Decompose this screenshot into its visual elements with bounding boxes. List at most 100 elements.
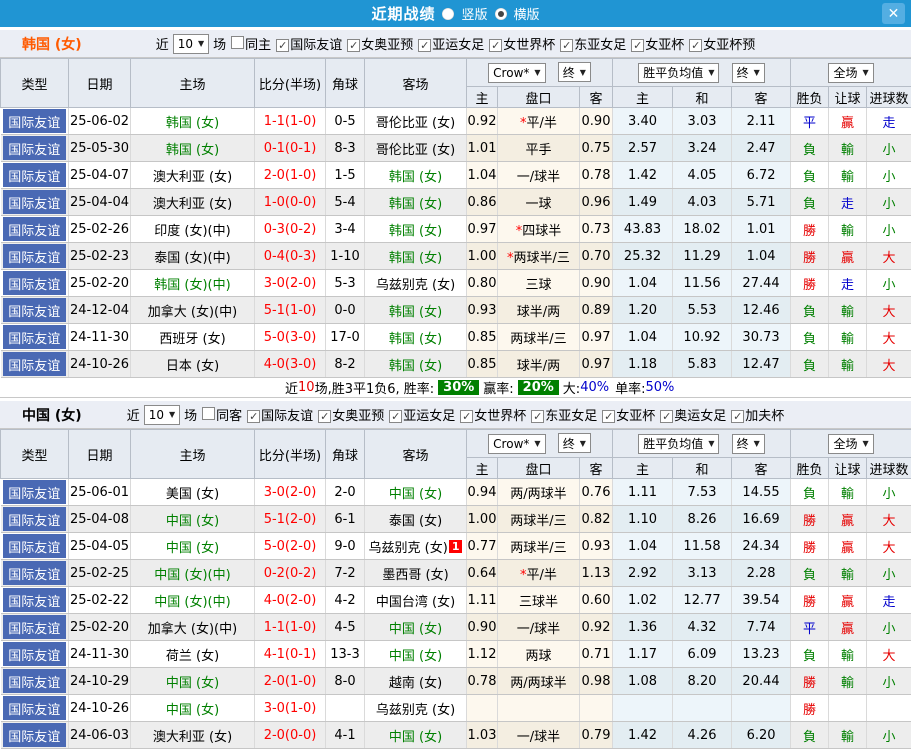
result-handicap: 輸 bbox=[828, 323, 868, 351]
score: 2-0(0-0) bbox=[254, 721, 326, 749]
result-handicap: 輸 bbox=[828, 134, 868, 162]
games-count-select[interactable]: 10 ▼ bbox=[172, 33, 210, 54]
odd-rate-value: 50% bbox=[645, 380, 675, 395]
fulltime-select[interactable]: 全场 ▼ bbox=[828, 62, 874, 83]
score: 0-1(0-1) bbox=[254, 134, 326, 162]
filter-controls: 近 10 ▼ 场 同客 ✓ 国际友谊 ✓ 女奥亚预 ✓ 亚运女足 ✓ 女世界杯 ✓ 东亚女足 ✓ 女亚杯… bbox=[126, 404, 784, 425]
filter-checkbox-label: 女世界杯 bbox=[503, 38, 556, 53]
mean-draw: 11.56 bbox=[672, 269, 733, 297]
panel-title: 近期战绩 bbox=[371, 5, 436, 23]
final-odds-select[interactable]: 终 ▼ bbox=[557, 62, 591, 83]
close-icon[interactable]: ✕ bbox=[882, 3, 905, 24]
final-odds-select[interactable]: 终 ▼ bbox=[557, 433, 591, 454]
sub-header-mean-draw: 和 bbox=[672, 457, 733, 479]
away-team: 中国 (女) bbox=[364, 640, 467, 668]
away-team-name: 哥伦比亚 (女) bbox=[375, 142, 456, 158]
col-header-home: 主场 bbox=[130, 429, 255, 479]
col-header-corner: 角球 bbox=[325, 429, 365, 479]
match-row: 国际友谊 25-02-23 泰国 (女)(中) 0-4(0-3) 1-10 韩国 (女) 1… bbox=[0, 242, 911, 270]
filter-checkbox[interactable] bbox=[231, 36, 245, 49]
games-count-select[interactable]: 10 ▼ bbox=[143, 404, 181, 425]
mean-select[interactable]: 胜平负均值 ▼ bbox=[638, 433, 720, 454]
bookmaker-select[interactable]: Crow* ▼ bbox=[488, 433, 546, 454]
filter-checkbox[interactable]: ✓ bbox=[631, 39, 645, 52]
col-header-score: 比分(半场) bbox=[254, 429, 326, 479]
filter-checkbox[interactable]: ✓ bbox=[389, 410, 403, 423]
mean-draw: 3.24 bbox=[672, 134, 733, 162]
result-goals: 大 bbox=[866, 296, 911, 324]
result-handicap: 走 bbox=[828, 269, 868, 297]
odds-home: 0.93 bbox=[466, 296, 498, 324]
filter-checkbox[interactable]: ✓ bbox=[731, 410, 745, 423]
mean-home: 1.04 bbox=[612, 323, 674, 351]
away-team: 韩国 (女) bbox=[364, 215, 467, 243]
filter-checkbox[interactable] bbox=[202, 407, 216, 420]
near-label: 近 bbox=[126, 409, 140, 424]
match-date: 24-10-26 bbox=[68, 694, 131, 722]
match-row: 国际友谊 25-06-01 美国 (女) 3-0(2-0) 2-0 中国 (女) 0.94 两… bbox=[0, 478, 911, 506]
filter-checkbox[interactable]: ✓ bbox=[318, 410, 332, 423]
match-date: 25-04-08 bbox=[68, 505, 131, 533]
mean-away: 1.04 bbox=[731, 242, 792, 270]
col-header-type: 类型 bbox=[0, 429, 69, 479]
mean-draw: 7.53 bbox=[672, 478, 733, 506]
filter-checkbox-label: 女亚杯预 bbox=[703, 38, 756, 53]
mean-home: 1.36 bbox=[612, 613, 674, 641]
odds-group-header: Crow* ▼ 终 ▼ bbox=[465, 429, 614, 458]
horizontal-layout-radio[interactable] bbox=[494, 7, 507, 20]
mean-select[interactable]: 胜平负均值 ▼ bbox=[638, 62, 720, 83]
final-mean-select[interactable]: 终 ▼ bbox=[731, 62, 765, 83]
handicap-line: 两球半/三 bbox=[497, 323, 580, 351]
filter-checkbox[interactable]: ✓ bbox=[418, 39, 432, 52]
sub-header-goals-result: 进球数 bbox=[866, 457, 911, 479]
result-wdl: 勝 bbox=[790, 215, 830, 243]
home-team: 美国 (女) bbox=[130, 478, 255, 506]
match-type: 国际友谊 bbox=[0, 323, 69, 351]
star-icon: * bbox=[507, 250, 514, 266]
fulltime-select[interactable]: 全场 ▼ bbox=[828, 433, 874, 454]
home-team: 印度 (女)(中) bbox=[130, 215, 255, 243]
score: 2-0(1-0) bbox=[254, 667, 326, 695]
home-team: 荷兰 (女) bbox=[130, 640, 255, 668]
filter-checkbox[interactable]: ✓ bbox=[347, 39, 361, 52]
final-mean-select[interactable]: 终 ▼ bbox=[731, 433, 765, 454]
bookmaker-select-value: Crow* bbox=[493, 436, 530, 451]
bookmaker-select[interactable]: Crow* ▼ bbox=[488, 62, 546, 83]
competition-badge: 国际友谊 bbox=[2, 109, 66, 133]
odds-home: 0.86 bbox=[466, 188, 498, 216]
match-date: 25-04-04 bbox=[68, 188, 131, 216]
filter-checkbox[interactable]: ✓ bbox=[689, 39, 703, 52]
filter-checkbox[interactable]: ✓ bbox=[531, 410, 545, 423]
competition-checkbox-list: 同主 ✓ 国际友谊 ✓ 女奥亚预 ✓ 亚运女足 ✓ 女世界杯 ✓ 东亚女足 ✓ 女亚杯 ✓ 女亚杯预 bbox=[226, 34, 755, 53]
mean-draw: 4.03 bbox=[672, 188, 733, 216]
filter-checkbox[interactable]: ✓ bbox=[560, 39, 574, 52]
sub-header-handicap-result: 让球 bbox=[828, 86, 868, 108]
filter-checkbox[interactable]: ✓ bbox=[602, 410, 616, 423]
filter-checkbox[interactable]: ✓ bbox=[460, 410, 474, 423]
corner-score: 8-3 bbox=[325, 134, 365, 162]
mean-home: 1.08 bbox=[612, 667, 674, 695]
result-handicap: 贏 bbox=[828, 532, 868, 560]
match-row: 国际友谊 25-02-26 印度 (女)(中) 0-3(0-2) 3-4 韩国 (女) 0.… bbox=[0, 215, 911, 243]
final-mean-select-value: 终 bbox=[736, 437, 749, 451]
odds-away: 0.90 bbox=[579, 107, 614, 135]
result-wdl: 勝 bbox=[790, 667, 830, 695]
filter-checkbox[interactable]: ✓ bbox=[660, 410, 674, 423]
away-team: 乌兹别克 (女) 1 bbox=[364, 532, 467, 560]
away-team: 越南 (女) bbox=[364, 667, 467, 695]
vertical-layout-radio[interactable] bbox=[442, 7, 455, 20]
mean-away: 27.44 bbox=[731, 269, 792, 297]
sub-header-handicap: 盘口 bbox=[497, 457, 580, 479]
chevron-down-icon: ▼ bbox=[708, 439, 715, 448]
score: 3-0(2-0) bbox=[254, 269, 326, 297]
sub-header-handicap: 盘口 bbox=[497, 86, 580, 108]
star-icon: * bbox=[520, 115, 527, 131]
result-goals: 走 bbox=[866, 586, 911, 614]
filter-checkbox[interactable]: ✓ bbox=[276, 39, 290, 52]
mean-draw: 8.26 bbox=[672, 505, 733, 533]
match-row: 国际友谊 24-12-04 加拿大 (女)(中) 5-1(1-0) 0-0 韩国 (女) 0… bbox=[0, 296, 911, 324]
away-team: 乌兹别克 (女) bbox=[364, 694, 467, 722]
filter-checkbox[interactable]: ✓ bbox=[247, 410, 261, 423]
away-team: 中国台湾 (女) bbox=[364, 586, 467, 614]
filter-checkbox[interactable]: ✓ bbox=[489, 39, 503, 52]
